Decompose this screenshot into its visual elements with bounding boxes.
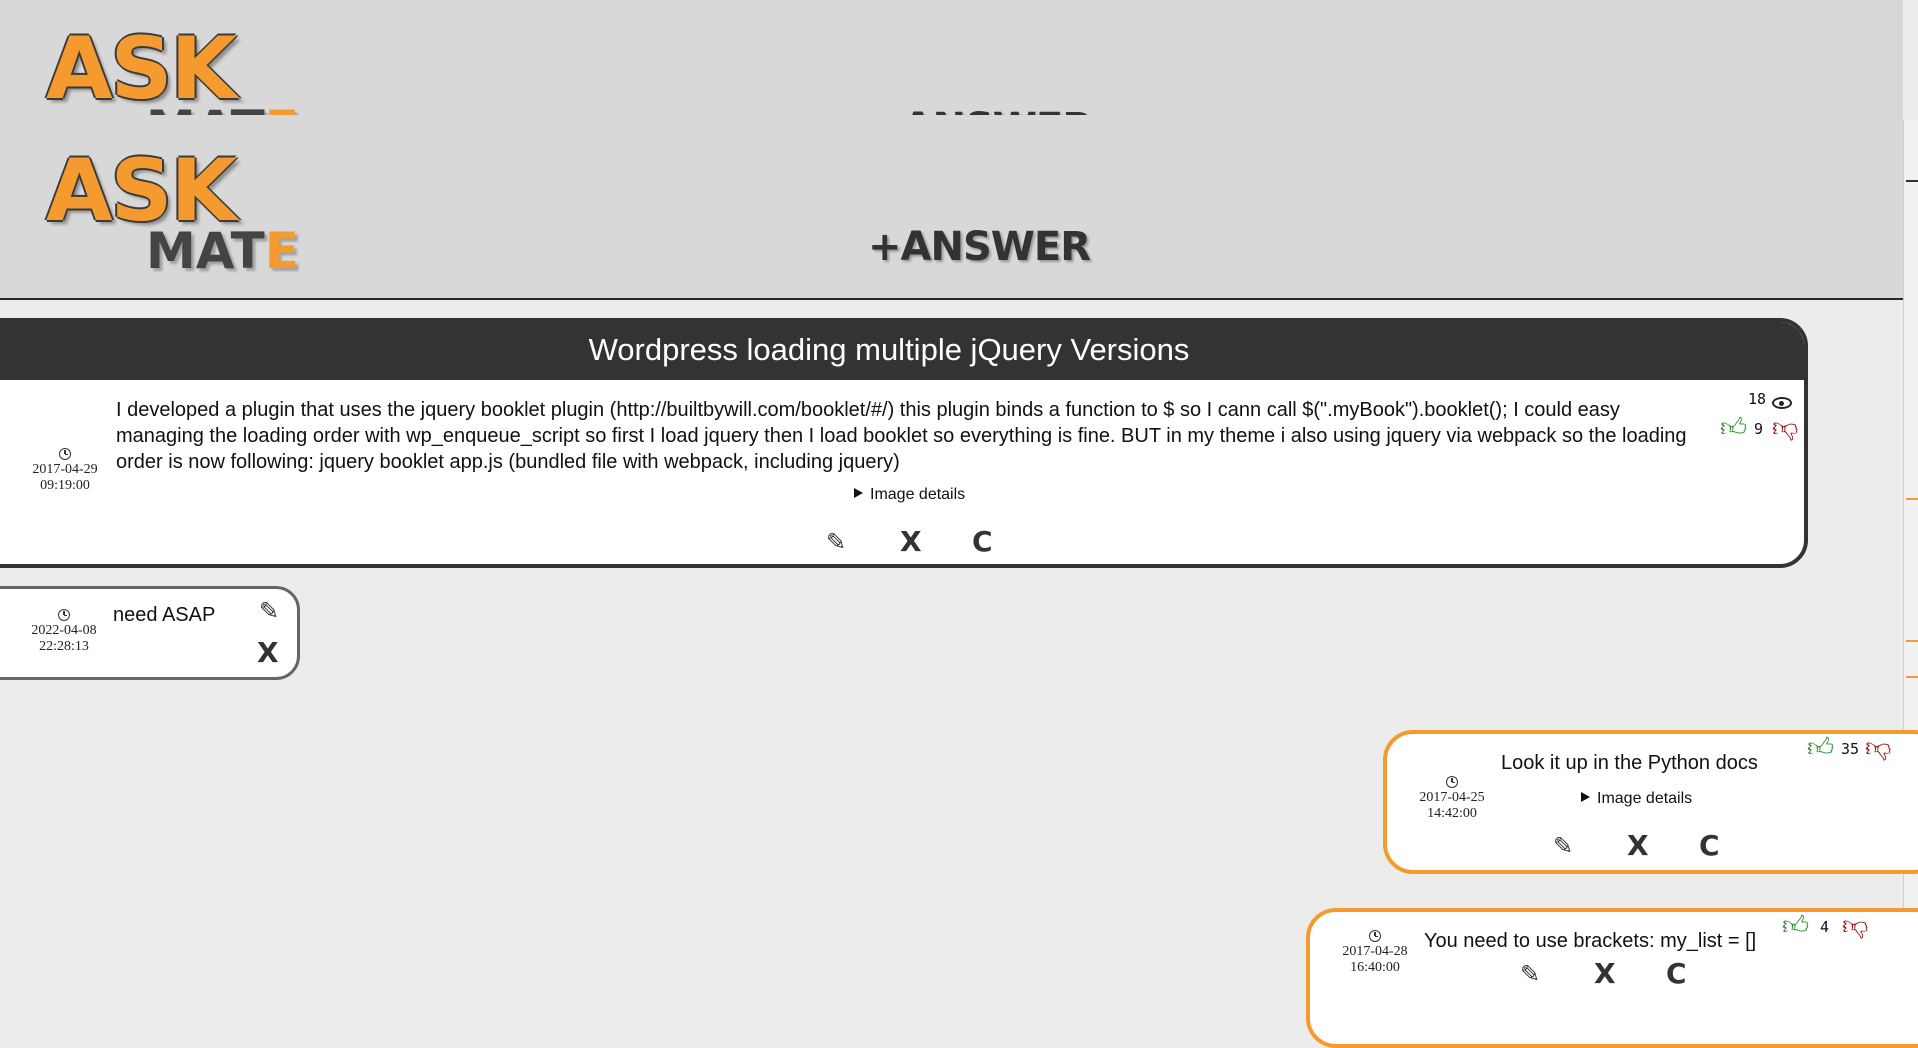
add-comment-button[interactable]: C	[1699, 832, 1720, 860]
upvote-answer-button[interactable]: 👍︎	[1807, 734, 1834, 760]
image-details-toggle[interactable]: Image details	[854, 486, 965, 504]
question-vote-count: 9	[1754, 420, 1764, 438]
question-card: Wordpress loading multiple jQuery Versio…	[0, 318, 1808, 568]
add-answer-link[interactable]: +ANSWER	[868, 224, 1091, 270]
pencil-icon: ✎	[1520, 960, 1541, 988]
upvote-answer-button[interactable]: 👍︎	[1782, 912, 1809, 938]
triangle-right-icon	[854, 488, 863, 498]
logo[interactable]: ASK MATE	[46, 148, 299, 276]
question-body: I developed a plugin that uses the jquer…	[116, 399, 1687, 473]
clock-icon	[58, 609, 70, 621]
delete-answer-button[interactable]: X	[1594, 960, 1616, 988]
question-title: Wordpress loading multiple jQuery Versio…	[588, 332, 1190, 367]
downvote-question-button[interactable]: 👎︎	[1772, 414, 1798, 440]
answer-card: 2017-04-28 16:40:00 You need to use brac…	[1306, 908, 1918, 1048]
delete-answer-button[interactable]: X	[1627, 832, 1649, 860]
answer-vote-count: 4	[1820, 918, 1830, 936]
answer-vote-count: 35	[1841, 740, 1860, 758]
thumbs-down-icon: 👎︎	[1842, 910, 1869, 940]
upvote-question-button[interactable]: 👍︎	[1720, 414, 1747, 440]
answer-text: You need to use brackets: my_list = []	[1424, 930, 1757, 952]
question-date: 2017-04-29 09:19:00	[20, 448, 110, 494]
triangle-right-icon	[1581, 792, 1590, 802]
question-title-bar: Wordpress loading multiple jQuery Versio…	[0, 322, 1804, 380]
clock-icon	[59, 448, 71, 460]
edit-comment-button[interactable]: ✎	[259, 599, 279, 623]
divider	[1906, 676, 1918, 678]
pencil-icon: ✎	[1553, 832, 1574, 860]
answer-link-ghost: +ANSWER	[870, 105, 1093, 115]
divider	[1906, 180, 1918, 182]
comment-card: 2022-04-08 22:28:13 need ASAP ✎ X	[0, 586, 300, 680]
clock-icon	[1369, 930, 1381, 942]
delete-question-button[interactable]: X	[900, 528, 922, 556]
header-ghost-copy: ASK MATE +ANSWER	[0, 0, 1903, 115]
divider	[1906, 640, 1918, 642]
view-count: 18	[1748, 390, 1767, 408]
logo-ghost: ASK MATE	[46, 19, 299, 115]
clock-icon	[1446, 776, 1458, 788]
thumbs-up-icon: 👍︎	[1720, 412, 1748, 442]
edit-question-button[interactable]: ✎	[826, 530, 846, 554]
image-details-toggle[interactable]: Image details	[1581, 790, 1692, 808]
edit-answer-button[interactable]: ✎	[1553, 834, 1573, 858]
comment-date: 2022-04-08 22:28:13	[19, 609, 109, 655]
downvote-answer-button[interactable]: 👎︎	[1842, 912, 1868, 938]
thumbs-down-icon: 👎︎	[1772, 412, 1799, 442]
eye-icon	[1772, 397, 1792, 409]
add-comment-button[interactable]: C	[1666, 960, 1687, 988]
thumbs-up-icon: 👍︎	[1782, 910, 1810, 940]
add-comment-button[interactable]: C	[972, 528, 993, 556]
pencil-icon: ✎	[259, 597, 280, 625]
thumbs-down-icon: 👎︎	[1865, 732, 1892, 762]
comment-text: need ASAP	[113, 604, 216, 626]
answer-card: 2017-04-25 14:42:00 Look it up in the Py…	[1383, 730, 1918, 874]
answer-date: 2017-04-28 16:40:00	[1330, 930, 1420, 976]
answer-date: 2017-04-25 14:42:00	[1407, 776, 1497, 822]
thumbs-up-icon: 👍︎	[1807, 732, 1835, 762]
pencil-icon: ✎	[826, 528, 847, 556]
delete-comment-button[interactable]: X	[257, 639, 279, 667]
answer-text: Look it up in the Python docs	[1501, 752, 1758, 774]
divider	[1906, 498, 1918, 500]
edit-answer-button[interactable]: ✎	[1520, 962, 1540, 986]
downvote-answer-button[interactable]: 👎︎	[1865, 734, 1891, 760]
